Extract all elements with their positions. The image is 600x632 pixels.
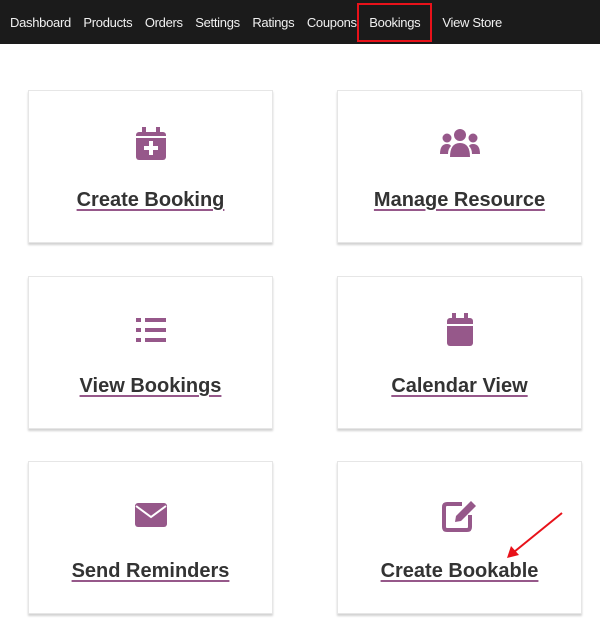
annotation-arrow — [507, 512, 563, 558]
